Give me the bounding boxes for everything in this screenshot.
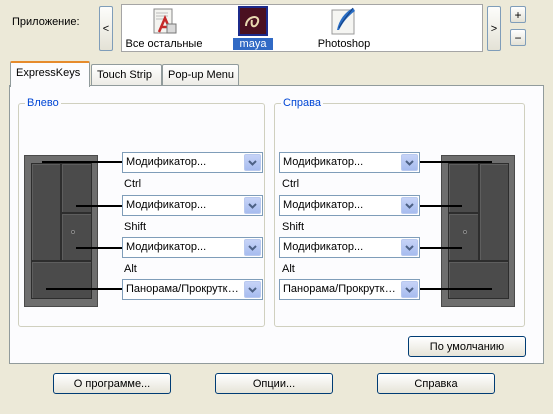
connector-line	[76, 247, 122, 249]
select-value: Панорама/Прокрутка...	[283, 283, 399, 295]
left-key-3-select[interactable]: Модификатор...	[122, 237, 263, 258]
right-key-1-modifier-label: Ctrl	[282, 178, 300, 190]
left-key-2-select[interactable]: Модификатор...	[122, 195, 263, 216]
left-key-2-modifier-label: Shift	[124, 221, 147, 233]
chevron-down-icon[interactable]	[244, 239, 261, 256]
connector-line	[420, 161, 492, 163]
help-button[interactable]: Справка	[377, 373, 495, 394]
maya-icon	[238, 6, 268, 36]
tablet-touch-marker	[463, 230, 467, 234]
tab-label: ExpressKeys	[16, 67, 81, 79]
app-item-maya[interactable]: maya	[233, 5, 273, 51]
tab-label: Touch Strip	[97, 69, 153, 81]
tablet-key-upper-left	[31, 163, 61, 261]
next-app-button[interactable]: >	[487, 6, 501, 51]
right-key-2-modifier-label: Shift	[282, 221, 305, 233]
app-item-label: maya	[233, 38, 273, 50]
remove-application-button[interactable]: −	[510, 29, 526, 46]
next-arrow-label: >	[490, 22, 498, 35]
minus-icon: −	[514, 30, 522, 45]
select-value: Модификатор...	[126, 199, 207, 211]
tab-touch-strip[interactable]: Touch Strip	[91, 64, 162, 86]
right-key-3-select[interactable]: Модификатор...	[279, 237, 420, 258]
left-key-1-modifier-label: Ctrl	[124, 178, 142, 190]
right-tablet-keys-graphic	[441, 155, 515, 307]
left-key-4-select[interactable]: Панорама/Прокрутка...	[122, 279, 263, 300]
chevron-down-icon[interactable]	[401, 281, 418, 298]
add-application-button[interactable]: +	[510, 6, 526, 23]
right-key-4-select[interactable]: Панорама/Прокрутка...	[279, 279, 420, 300]
app-item-photoshop[interactable]: Photoshop	[312, 5, 376, 51]
select-value: Модификатор...	[126, 241, 207, 253]
left-tablet-keys-graphic	[24, 155, 98, 307]
tablet-key-bottom	[31, 261, 92, 299]
button-label: По умолчанию	[429, 340, 505, 353]
right-key-3-modifier-label: Alt	[282, 263, 295, 275]
select-value: Модификатор...	[126, 156, 207, 168]
chevron-down-icon[interactable]	[401, 154, 418, 171]
button-label: О программе...	[73, 377, 151, 390]
select-value: Модификатор...	[283, 199, 364, 211]
chevron-down-icon[interactable]	[401, 239, 418, 256]
tab-label: Pop-up Menu	[168, 69, 235, 81]
tablet-key-upper-right	[479, 163, 509, 261]
app-item-all-others[interactable]: Все остальные	[122, 5, 206, 51]
plus-icon: +	[514, 7, 522, 22]
connector-line	[76, 205, 122, 207]
right-group-title: Справа	[281, 97, 323, 109]
restore-default-button[interactable]: По умолчанию	[408, 336, 526, 357]
connector-line	[420, 288, 492, 290]
connector-line	[42, 161, 122, 163]
button-label: Справка	[414, 377, 458, 390]
chevron-down-icon[interactable]	[244, 154, 261, 171]
tablet-key-bottom	[448, 261, 509, 299]
right-key-2-select[interactable]: Модификатор...	[279, 195, 420, 216]
prev-arrow-label: <	[102, 22, 110, 35]
connector-line	[420, 205, 462, 207]
app-item-label: Photoshop	[317, 38, 371, 50]
button-label: Опции...	[252, 377, 296, 390]
tab-expresskeys[interactable]: ExpressKeys	[10, 61, 90, 87]
tablet-key-middle-left	[448, 213, 479, 261]
chevron-down-icon[interactable]	[244, 197, 261, 214]
chevron-down-icon[interactable]	[401, 197, 418, 214]
connector-line	[46, 288, 122, 290]
options-button[interactable]: Опции...	[215, 373, 333, 394]
photoshop-icon	[331, 7, 355, 35]
left-group-title: Влево	[25, 97, 61, 109]
application-label: Приложение:	[12, 16, 80, 28]
tablet-key-middle-right	[61, 213, 92, 261]
chevron-down-icon[interactable]	[244, 281, 261, 298]
select-value: Панорама/Прокрутка...	[126, 283, 242, 295]
tab-popup-menu[interactable]: Pop-up Menu	[162, 64, 239, 86]
all-apps-icon	[153, 8, 177, 34]
tablet-touch-marker	[71, 230, 75, 234]
prev-app-button[interactable]: <	[99, 6, 113, 51]
select-value: Модификатор...	[283, 241, 364, 253]
about-button[interactable]: О программе...	[53, 373, 171, 394]
connector-line	[420, 247, 462, 249]
right-key-1-select[interactable]: Модификатор...	[279, 152, 420, 173]
select-value: Модификатор...	[283, 156, 364, 168]
application-list[interactable]: Все остальные maya Photoshop	[121, 4, 483, 52]
app-item-label: Все остальные	[125, 38, 203, 50]
left-key-1-select[interactable]: Модификатор...	[122, 152, 263, 173]
left-key-3-modifier-label: Alt	[124, 263, 137, 275]
